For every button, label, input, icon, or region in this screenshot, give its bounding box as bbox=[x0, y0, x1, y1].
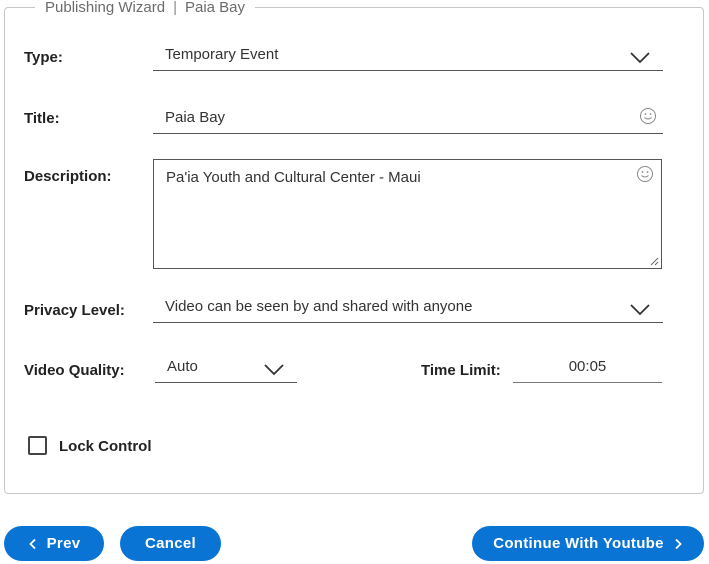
chevron-down-icon bbox=[264, 364, 284, 376]
wizard-title: Publishing Wizard bbox=[45, 0, 166, 16]
privacy-level-label: Privacy Level: bbox=[24, 302, 125, 319]
time-limit-label: Time Limit: bbox=[421, 362, 501, 379]
smiley-icon[interactable] bbox=[639, 107, 657, 125]
wizard-subtitle: Paia Bay bbox=[184, 0, 246, 16]
lock-control-label[interactable]: Lock Control bbox=[59, 438, 152, 455]
chevron-right-icon bbox=[675, 538, 682, 549]
description-label: Description: bbox=[24, 168, 112, 185]
prev-button[interactable]: Prev bbox=[4, 526, 104, 561]
chevron-down-icon bbox=[630, 304, 650, 316]
lock-control-checkbox[interactable] bbox=[28, 436, 47, 455]
description-textarea[interactable]: Pa'ia Youth and Cultural Center - Maui bbox=[153, 159, 662, 269]
chevron-down-icon bbox=[630, 52, 650, 64]
privacy-level-value: Video can be seen by and shared with any… bbox=[165, 298, 473, 315]
description-value: Pa'ia Youth and Cultural Center - Maui bbox=[166, 169, 421, 186]
video-quality-value: Auto bbox=[167, 358, 198, 375]
type-select[interactable]: Temporary Event bbox=[153, 41, 663, 71]
type-select-value: Temporary Event bbox=[165, 46, 279, 63]
video-quality-label: Video Quality: bbox=[24, 362, 125, 379]
cancel-button-label: Cancel bbox=[145, 535, 196, 552]
title-label: Title: bbox=[24, 110, 60, 127]
chevron-left-icon bbox=[28, 538, 36, 549]
time-limit-input[interactable]: 00:05 bbox=[513, 353, 662, 383]
resize-grip-icon[interactable] bbox=[649, 256, 659, 266]
privacy-level-select[interactable]: Video can be seen by and shared with any… bbox=[153, 293, 663, 323]
title-input-value: Paia Bay bbox=[165, 109, 226, 126]
video-quality-select[interactable]: Auto bbox=[155, 353, 297, 383]
continue-button-label: Continue With Youtube bbox=[493, 535, 664, 552]
time-limit-value: 00:05 bbox=[568, 358, 607, 375]
cancel-button[interactable]: Cancel bbox=[120, 526, 221, 561]
legend-separator: | bbox=[173, 0, 177, 16]
continue-with-youtube-button[interactable]: Continue With Youtube bbox=[472, 526, 704, 561]
title-input[interactable]: Paia Bay bbox=[153, 104, 663, 134]
type-label: Type: bbox=[24, 49, 63, 66]
wizard-legend: Publishing Wizard | Paia Bay bbox=[35, 0, 256, 17]
smiley-icon[interactable] bbox=[636, 165, 654, 183]
prev-button-label: Prev bbox=[46, 535, 81, 552]
